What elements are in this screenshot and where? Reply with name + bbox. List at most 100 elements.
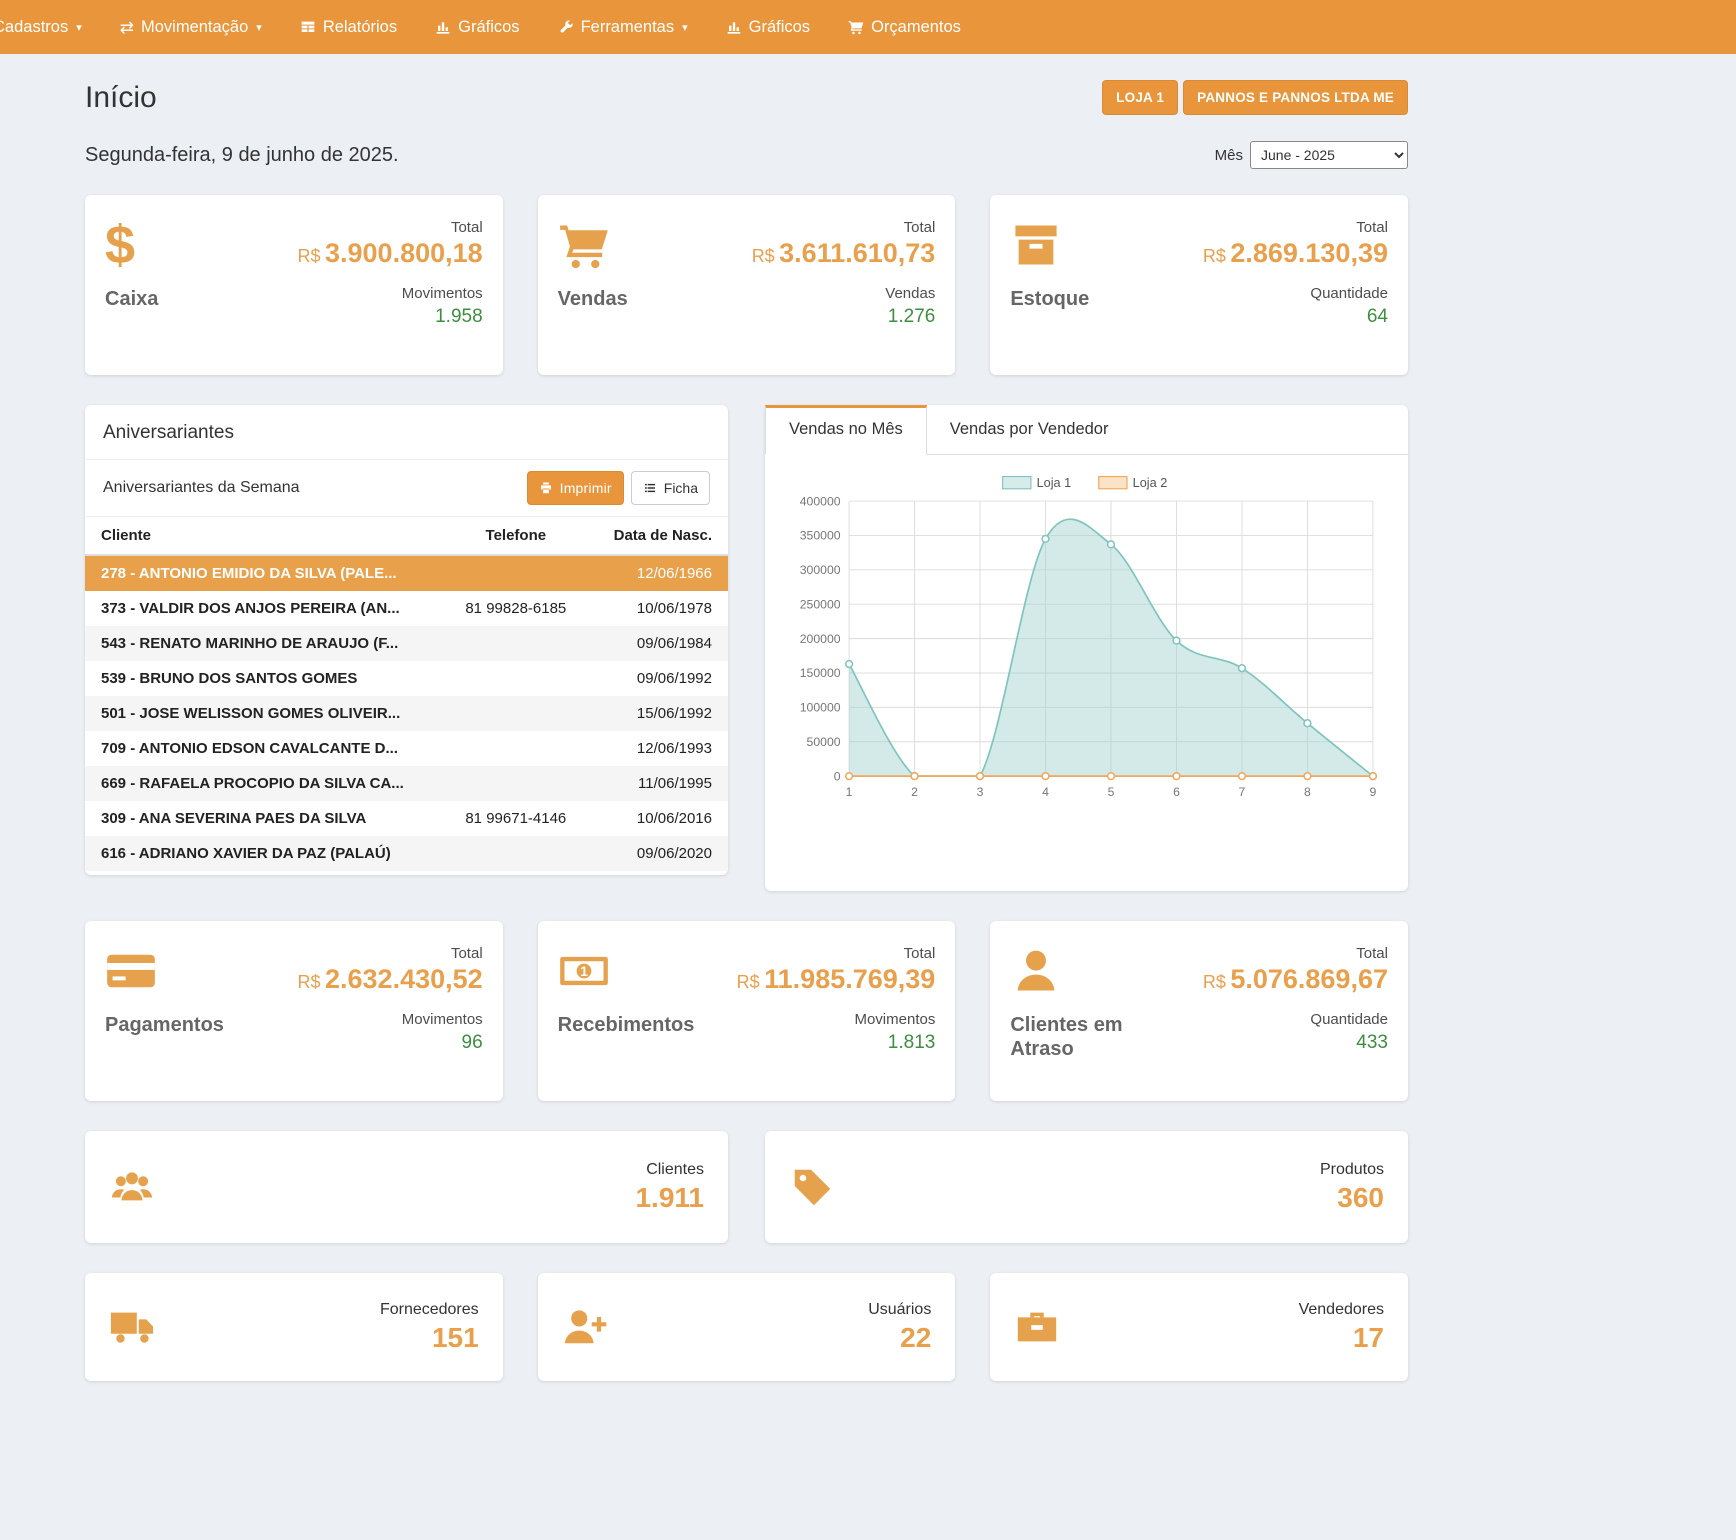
count-label: Quantidade [1203, 1011, 1388, 1028]
svg-text:0: 0 [834, 769, 841, 783]
nav-graficos-1[interactable]: Gráficos [416, 0, 538, 54]
ficha-button-label: Ficha [664, 480, 698, 496]
col-header-cliente: Cliente [85, 517, 439, 555]
ficha-button[interactable]: Ficha [631, 471, 710, 505]
total-value: R$ 3.611.610,73 [752, 238, 936, 269]
cell-telefone [439, 766, 593, 801]
store-button[interactable]: LOJA 1 [1102, 80, 1178, 115]
svg-text:400000: 400000 [800, 494, 841, 508]
produtos-card: Produtos 360 [765, 1131, 1408, 1243]
main-content: Início LOJA 1 PANNOS E PANNOS LTDA ME Se… [85, 80, 1408, 1451]
count-value: 1.276 [752, 306, 936, 328]
vendedores-card: Vendedores 17 [990, 1273, 1408, 1381]
cell-cliente: 278 - ANTONIO EMIDIO DA SILVA (PALE... [85, 555, 439, 591]
birthday-row[interactable]: 309 - ANA SEVERINA PAES DA SILVA81 99671… [85, 801, 728, 836]
birthdays-header-row: Cliente Telefone Data de Nasc. [85, 517, 728, 555]
wrench-icon [558, 19, 574, 35]
counter-label: Produtos [1320, 1161, 1384, 1179]
caret-down-icon: ▾ [682, 21, 688, 34]
counter-label: Fornecedores [380, 1301, 479, 1319]
cell-data: 11/06/1995 [593, 766, 728, 801]
report-icon [300, 19, 316, 35]
svg-text:Loja 1: Loja 1 [1037, 475, 1072, 490]
count-value: 1.813 [737, 1032, 936, 1054]
birthday-row[interactable]: 501 - JOSE WELISSON GOMES OLIVEIR...15/0… [85, 696, 728, 731]
cell-data: 10/06/2016 [593, 801, 728, 836]
cell-telefone: 81 99671-4146 [439, 801, 593, 836]
print-button[interactable]: Imprimir [527, 471, 624, 505]
currency-prefix: R$ [1203, 246, 1226, 266]
birthday-row[interactable]: 373 - VALDIR DOS ANJOS PEREIRA (AN...81 … [85, 591, 728, 626]
tab-vendas-no-mes[interactable]: Vendas no Mês [765, 405, 927, 455]
cell-cliente: 309 - ANA SEVERINA PAES DA SILVA [85, 801, 439, 836]
nav-label-ferramentas: Ferramentas [581, 18, 675, 37]
nav-relatorios[interactable]: Relatórios [281, 0, 416, 54]
count-value: 64 [1203, 306, 1388, 328]
cell-telefone [439, 696, 593, 731]
birthdays-table-body: 278 - ANTONIO EMIDIO DA SILVA (PALE...12… [85, 555, 728, 871]
total-label: Total [298, 219, 483, 236]
date-text: Segunda-feira, 9 de junho de 2025. [85, 144, 399, 167]
nav-orcamentos[interactable]: Orçamentos [829, 0, 980, 54]
bar-chart-icon [435, 19, 451, 35]
count-value: 96 [298, 1032, 483, 1054]
total-label: Total [752, 219, 936, 236]
total-label: Total [1203, 219, 1388, 236]
birthday-row[interactable]: 616 - ADRIANO XAVIER DA PAZ (PALAÚ) 09/06… [85, 836, 728, 871]
print-button-label: Imprimir [560, 480, 612, 496]
birthday-row[interactable]: 669 - RAFAELA PROCOPIO DA SILVA CA...11/… [85, 766, 728, 801]
nav-label-graficos-2: Gráficos [749, 18, 810, 37]
total-label: Total [737, 945, 936, 962]
nav-label-movimentacao: Movimentação [141, 18, 248, 37]
svg-text:250000: 250000 [800, 597, 841, 611]
cell-telefone [439, 555, 593, 591]
cell-cliente: 373 - VALDIR DOS ANJOS PEREIRA (AN... [85, 591, 439, 626]
stat-name-clientes-atraso: Clientes em Atraso [1010, 1013, 1130, 1061]
page-title: Início [85, 81, 157, 115]
svg-text:Loja 2: Loja 2 [1133, 475, 1168, 490]
person-icon [1010, 945, 1062, 997]
cell-data: 10/06/1978 [593, 591, 728, 626]
tab-vendas-por-vendedor[interactable]: Vendas por Vendedor [927, 405, 1132, 454]
count-label: Movimentos [298, 1011, 483, 1028]
total-value: R$ 2.632.430,52 [298, 964, 483, 995]
company-button[interactable]: PANNOS E PANNOS LTDA ME [1183, 80, 1408, 115]
caixa-card: $ Caixa Total R$ 3.900.800,18 Movimentos… [85, 195, 503, 375]
cell-telefone [439, 731, 593, 766]
count-label: Vendas [752, 285, 936, 302]
nav-movimentacao[interactable]: ⇄ Movimentação ▾ [101, 0, 281, 54]
total-number: 2.632.430,52 [325, 964, 483, 994]
counter-value: 22 [868, 1322, 931, 1354]
cell-cliente: 543 - RENATO MARINHO DE ARAUJO (F... [85, 626, 439, 661]
nav-ferramentas[interactable]: Ferramentas ▾ [539, 0, 707, 54]
birthday-row[interactable]: 543 - RENATO MARINHO DE ARAUJO (F... 09/0… [85, 626, 728, 661]
count-label: Quantidade [1203, 285, 1388, 302]
total-value: R$ 3.900.800,18 [298, 238, 483, 269]
nav-graficos-2[interactable]: Gráficos [707, 0, 829, 54]
svg-text:150000: 150000 [800, 666, 841, 680]
banknote-icon: 1 [558, 945, 610, 997]
month-select[interactable]: June - 2025 [1250, 141, 1408, 169]
birthday-row[interactable]: 709 - ANTONIO EDSON CAVALCANTE D...12/06… [85, 731, 728, 766]
svg-text:5: 5 [1108, 785, 1115, 799]
col-header-data: Data de Nasc. [593, 517, 728, 555]
cell-cliente: 539 - BRUNO DOS SANTOS GOMES [85, 661, 439, 696]
cell-data: 09/06/1984 [593, 626, 728, 661]
month-label: Mês [1215, 147, 1243, 164]
total-number: 2.869.130,39 [1230, 238, 1388, 268]
nav-cadastros[interactable]: Cadastros ▾ [0, 0, 101, 54]
birthday-row[interactable]: 278 - ANTONIO EMIDIO DA SILVA (PALE...12… [85, 555, 728, 591]
briefcase-icon [1014, 1304, 1060, 1350]
svg-text:1: 1 [580, 963, 588, 979]
truck-icon [109, 1304, 155, 1350]
nav-label-graficos-1: Gráficos [458, 18, 519, 37]
birthday-row[interactable]: 539 - BRUNO DOS SANTOS GOMES09/06/1992 [85, 661, 728, 696]
total-number: 5.076.869,67 [1230, 964, 1388, 994]
svg-text:4: 4 [1042, 785, 1049, 799]
cell-data: 09/06/2020 [593, 836, 728, 871]
cell-cliente: 616 - ADRIANO XAVIER DA PAZ (PALAÚ) [85, 836, 439, 871]
counter-label: Clientes [635, 1161, 704, 1179]
nav-label-cadastros: Cadastros [0, 18, 68, 37]
stat-name-caixa: Caixa [105, 287, 158, 311]
svg-text:3: 3 [977, 785, 984, 799]
